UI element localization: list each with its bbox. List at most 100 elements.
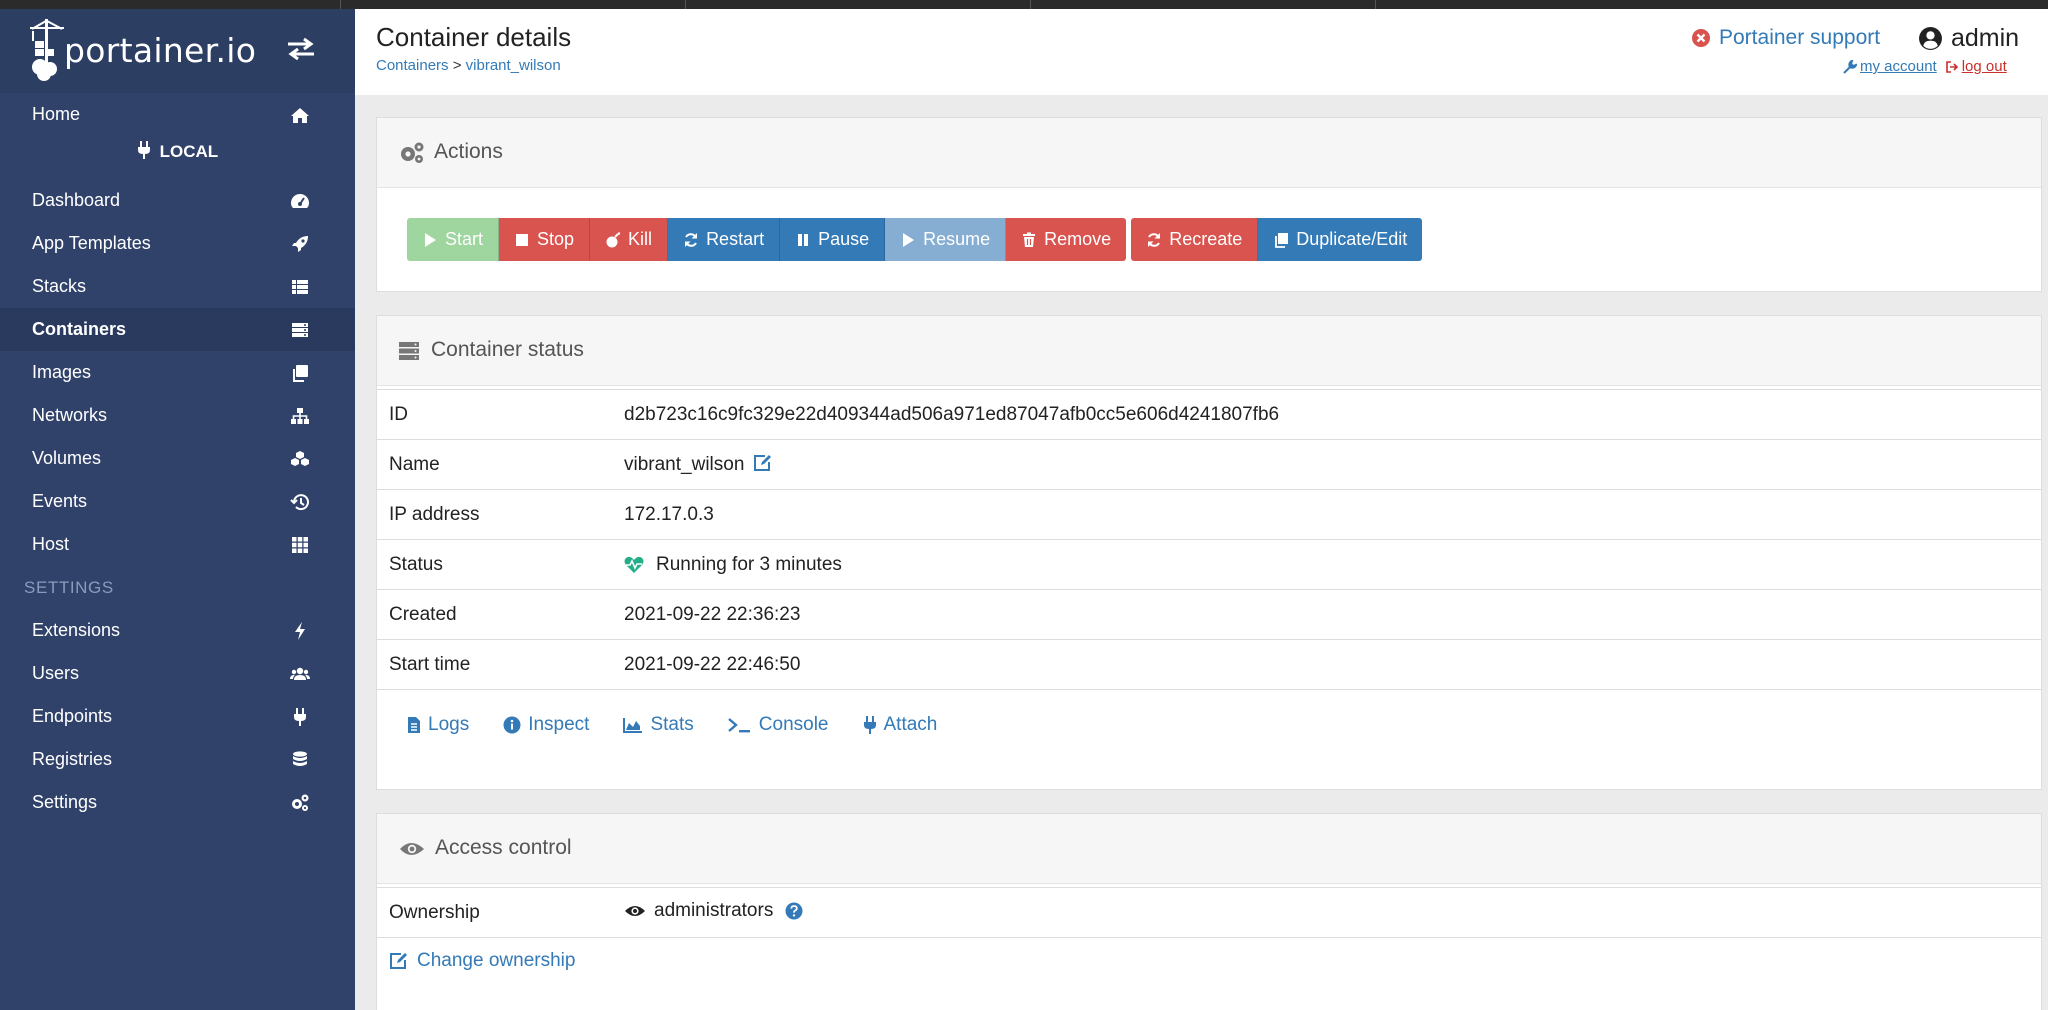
table-row: IP address 172.17.0.3 [377, 489, 2041, 540]
remove-button[interactable]: Remove [1006, 218, 1127, 261]
toggle-sidebar-icon[interactable] [286, 37, 316, 61]
sidebar-item-label: Registries [32, 749, 113, 769]
browser-tab[interactable] [340, 0, 685, 9]
container-status-header: Container status [377, 316, 2041, 386]
sidebar-item-settings[interactable]: Settings [0, 781, 355, 824]
edit-icon [390, 953, 407, 969]
sidebar-item-home[interactable]: Home [0, 93, 355, 136]
server-icon [399, 342, 419, 360]
ownership-cell: administrators [612, 887, 2041, 938]
stats-link[interactable]: Stats [623, 714, 694, 736]
sidebar-item-containers[interactable]: Containers [0, 308, 355, 351]
table-row: Status Running for 3 minutes [377, 539, 2041, 590]
created-label: Created [377, 589, 612, 640]
support-icon [1692, 29, 1710, 47]
container-status-table: ID d2b723c16c9fc329e22d409344ad506a971ed… [377, 389, 2041, 690]
sidebar-item-images[interactable]: Images [0, 351, 355, 394]
ownership-label: Ownership [377, 887, 612, 938]
kill-button[interactable]: Kill [590, 218, 669, 261]
sidebar-item-dashboard[interactable]: Dashboard [0, 179, 355, 222]
sidebar-item-stacks[interactable]: Stacks [0, 265, 355, 308]
actions-title: Actions [434, 140, 503, 163]
table-row: Ownership administrators [377, 887, 2041, 938]
start-time-value: 2021-09-22 22:46:50 [612, 639, 2041, 690]
area-chart-icon [623, 718, 643, 733]
sidebar-item-label: Images [32, 362, 92, 382]
recreate-button[interactable]: Recreate [1131, 218, 1259, 261]
start-time-label: Start time [377, 639, 612, 690]
sidebar-item-label: Dashboard [32, 190, 121, 210]
restart-button[interactable]: Restart [668, 218, 781, 261]
change-ownership-link[interactable]: Change ownership [389, 950, 575, 972]
sidebar-item-volumes[interactable]: Volumes [0, 437, 355, 480]
container-name-cell: vibrant_wilson [612, 439, 2041, 490]
support-label: Portainer support [1719, 26, 1881, 49]
sidebar-item-label: Networks [32, 405, 108, 425]
endpoint-label: LOCAL [0, 141, 355, 162]
bomb-icon [606, 231, 621, 247]
page-title: Container details [376, 22, 572, 52]
user-menu: admin [1918, 24, 2019, 53]
sidebar-item-endpoints[interactable]: Endpoints [0, 695, 355, 738]
portainer-logo[interactable]: portainer.io [30, 19, 290, 83]
sidebar-item-label: Users [32, 663, 80, 683]
sidebar-item-label: Settings [32, 792, 98, 812]
created-value: 2021-09-22 22:36:23 [612, 589, 2041, 640]
sidebar-item-label: Events [32, 491, 88, 511]
portainer-crane-icon [30, 19, 64, 81]
ownership-value: administrators [654, 900, 774, 921]
sidebar-item-app-templates[interactable]: App Templates [0, 222, 355, 265]
stop-icon [516, 233, 529, 246]
sidebar-item-label: Stacks [32, 276, 87, 296]
cogs-icon [401, 142, 424, 163]
table-row: Start time 2021-09-22 22:46:50 [377, 639, 2041, 690]
stop-button[interactable]: Stop [499, 218, 591, 261]
th-icon [292, 537, 308, 553]
sidebar-item-events[interactable]: Events [0, 480, 355, 523]
my-account-link[interactable]: my account [1843, 58, 1937, 75]
container-quick-links: Logs Inspect Stats Console Attach [407, 714, 937, 736]
breadcrumb-current[interactable]: vibrant_wilson [466, 57, 561, 74]
duplicate-edit-button[interactable]: Duplicate/Edit [1258, 218, 1423, 261]
home-icon [291, 108, 309, 123]
sidebar: portainer.io Home LOCAL Dashboard App Te… [0, 9, 355, 1010]
portainer-support-link[interactable]: Portainer support [1691, 26, 1880, 50]
browser-tab[interactable] [1030, 0, 1375, 9]
actions-panel: Actions Start Stop Kill Restart Pause Re… [376, 117, 2042, 292]
bolt-icon [295, 622, 305, 640]
play-icon [425, 232, 436, 247]
sidebar-item-users[interactable]: Users [0, 652, 355, 695]
resume-button[interactable]: Resume [885, 218, 1007, 261]
breadcrumb-containers-link[interactable]: Containers [376, 57, 449, 74]
log-out-link[interactable]: log out [1945, 58, 2007, 75]
browser-tab[interactable] [1375, 0, 1720, 9]
actions-button-row: Start Stop Kill Restart Pause Resume Rem… [407, 218, 1423, 261]
inspect-link[interactable]: Inspect [503, 714, 589, 736]
sidebar-item-networks[interactable]: Networks [0, 394, 355, 437]
copy-icon [1275, 232, 1289, 248]
plug-icon [294, 708, 306, 726]
sidebar-item-label: App Templates [32, 233, 151, 253]
id-label: ID [377, 389, 612, 440]
question-circle-icon[interactable] [785, 902, 803, 920]
page-header: Container details Containers > vibrant_w… [355, 9, 2048, 95]
sidebar-item-label: Host [32, 534, 70, 554]
sidebar-item-extensions[interactable]: Extensions [0, 609, 355, 652]
actions-panel-header: Actions [377, 118, 2041, 188]
container-status-title: Container status [431, 338, 584, 361]
logs-link[interactable]: Logs [407, 714, 469, 736]
attach-link[interactable]: Attach [863, 714, 937, 736]
list-icon [292, 280, 308, 294]
edit-icon[interactable] [753, 454, 773, 472]
pause-button[interactable]: Pause [780, 218, 886, 261]
sidebar-item-host[interactable]: Host [0, 523, 355, 566]
database-icon [293, 751, 307, 766]
console-link[interactable]: Console [728, 714, 829, 736]
server-icon [292, 323, 308, 337]
browser-tab[interactable] [685, 0, 1030, 9]
sitemap-icon [291, 408, 309, 424]
ip-address-value: 172.17.0.3 [612, 489, 2041, 540]
sidebar-item-registries[interactable]: Registries [0, 738, 355, 781]
start-button[interactable]: Start [407, 218, 500, 261]
breadcrumb: Containers > vibrant_wilson [376, 57, 561, 74]
